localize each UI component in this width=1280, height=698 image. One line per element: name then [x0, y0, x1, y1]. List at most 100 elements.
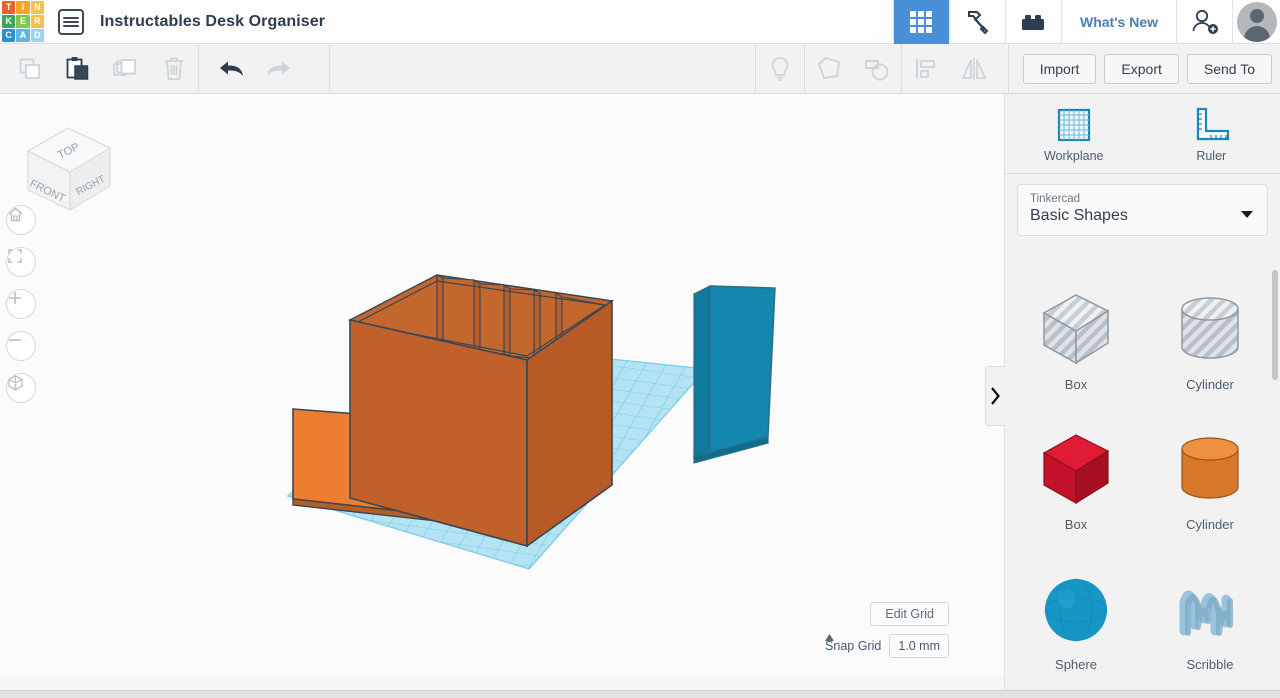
add-person-icon [1192, 9, 1218, 34]
copy-button[interactable] [6, 44, 54, 94]
shape-sphere[interactable]: Sphere [1009, 550, 1143, 690]
avatar[interactable] [1232, 0, 1280, 44]
logo-tile-t: T [2, 0, 16, 14]
logo-tile-c: C [2, 29, 16, 43]
logo-tile-r: R [30, 14, 44, 29]
trash-icon [165, 57, 183, 80]
import-button[interactable]: Import [1022, 53, 1097, 84]
cylinder-hole-thumb [1181, 296, 1239, 359]
edit-grid-button[interactable]: Edit Grid [870, 602, 949, 626]
zoom-out-button[interactable] [6, 331, 36, 361]
tab-codeblocks[interactable] [948, 0, 1005, 44]
box-hole-thumb [1042, 293, 1110, 364]
page-title: Instructables Desk Organiser [100, 12, 326, 30]
user-avatar-image [1236, 1, 1277, 42]
shape-box-solid[interactable]: Box [1009, 410, 1143, 550]
tinkercad-logo[interactable]: TINKERCAD [0, 0, 46, 44]
undo-button[interactable] [207, 44, 255, 94]
shape-label: Sphere [1055, 656, 1097, 672]
shape-label: Cylinder [1186, 376, 1234, 392]
app-header: TINKERCAD Instructables Desk Organiser W… [0, 0, 1280, 44]
align-button[interactable] [902, 44, 950, 94]
shape-library-select[interactable]: Tinkercad Basic Shapes [1017, 184, 1268, 236]
shape-cylinder-solid[interactable]: Cylinder [1143, 410, 1277, 550]
shapes-panel: Workplane Ruler Tinkercad Basic Shapes B… [985, 94, 1280, 698]
redo-button[interactable] [255, 44, 303, 94]
shape-label: Box [1064, 376, 1088, 392]
blue-panel-object[interactable] [693, 285, 776, 464]
logo-tile-d: D [30, 29, 44, 43]
main-toolbar: Import Export Send To [0, 43, 1280, 94]
lego-brick-icon [1022, 14, 1045, 30]
window-bottom-strip [0, 690, 1280, 698]
snap-grid-value: 1.0 mm [898, 639, 940, 653]
hammer-icon [968, 10, 989, 34]
shape-box-hole[interactable]: Box [1009, 270, 1143, 410]
logo-tile-k: K [2, 14, 16, 29]
shape-label: Cylinder [1186, 516, 1234, 532]
undo-arrow-icon [220, 61, 243, 76]
desk-organiser-object[interactable] [347, 274, 614, 548]
projection-toggle-button[interactable] [6, 373, 36, 403]
align-icon [915, 58, 935, 79]
delete-button[interactable] [150, 44, 198, 94]
group-button[interactable] [805, 44, 853, 94]
redo-arrow-icon [267, 61, 290, 76]
paste-button[interactable] [54, 44, 102, 94]
sphere-thumb [1044, 578, 1108, 641]
duplicate-button[interactable] [102, 44, 150, 94]
plus-icon [9, 292, 21, 304]
toolbar-divider-6 [1007, 43, 1009, 94]
panel-tools: Workplane Ruler [1005, 94, 1280, 174]
shape-cylinder-hole[interactable]: Cylinder [1143, 270, 1277, 410]
ruler-tool[interactable]: Ruler [1143, 94, 1280, 173]
tab-bricks[interactable] [1004, 0, 1061, 44]
tab-tiles-view[interactable] [892, 0, 949, 44]
logo-tile-n: N [30, 0, 44, 14]
ungroup-button[interactable] [853, 44, 901, 94]
fit-to-view-icon [8, 249, 22, 263]
export-button[interactable]: Export [1104, 53, 1179, 84]
workplane-grid-icon [1057, 108, 1090, 141]
logo-tile-a: A [16, 29, 30, 43]
ungroup-shapes-icon [864, 59, 889, 80]
mirror-button[interactable] [950, 44, 998, 94]
panel-collapse-handle[interactable] [985, 366, 1005, 426]
document-menu-icon[interactable] [58, 8, 84, 35]
toolbar-divider-2 [329, 43, 330, 94]
home-icon [8, 207, 23, 222]
workplane-tool[interactable]: Workplane [1005, 94, 1143, 173]
shape-scribble[interactable]: Scribble [1143, 550, 1277, 690]
header-right-group: What's New [892, 0, 1280, 44]
chevron-down-icon [1241, 211, 1253, 218]
shape-label: Scribble [1186, 656, 1234, 672]
workplane-tool-label: Workplane [1043, 148, 1104, 163]
duplicate-icon [113, 58, 136, 76]
grid-tiles-icon [910, 10, 933, 33]
shape-grid: Box Cylinder Box Cylinder Sphere Scribbl… [1005, 262, 1280, 698]
hint-button[interactable] [756, 44, 804, 94]
toolbar-divider [198, 43, 199, 94]
whats-new-link[interactable]: What's New [1060, 0, 1176, 44]
fit-view-button[interactable] [6, 247, 36, 277]
invite-people-button[interactable] [1176, 0, 1232, 44]
logo-tile-i: I [16, 0, 30, 14]
shape-label: Box [1064, 516, 1088, 532]
mirror-icon [961, 57, 987, 80]
view-cube[interactable]: TOP FRONT RIGHT [8, 106, 126, 216]
zoom-in-button[interactable] [6, 289, 36, 319]
tinkercad-app: TINKERCAD Instructables Desk Organiser W… [0, 0, 1280, 698]
home-view-button[interactable] [6, 205, 36, 235]
orthographic-cube-icon [8, 375, 23, 391]
paste-icon [66, 56, 89, 80]
snap-grid-label: Snap Grid [825, 639, 882, 653]
three-d-scene [286, 274, 776, 570]
library-name-label: Basic Shapes [1030, 207, 1128, 224]
snap-grid-control: Snap Grid 1.0 mm [825, 634, 949, 658]
send-to-button[interactable]: Send To [1186, 53, 1272, 84]
panel-scrollbar[interactable] [1272, 270, 1278, 380]
cylinder-solid-thumb [1181, 436, 1239, 499]
snap-grid-select[interactable]: 1.0 mm [825, 634, 949, 658]
group-shapes-icon [817, 56, 840, 79]
design-canvas[interactable]: TOP FRONT RIGHT Edit Grid Snap Grid 1.0 … [0, 94, 1004, 676]
